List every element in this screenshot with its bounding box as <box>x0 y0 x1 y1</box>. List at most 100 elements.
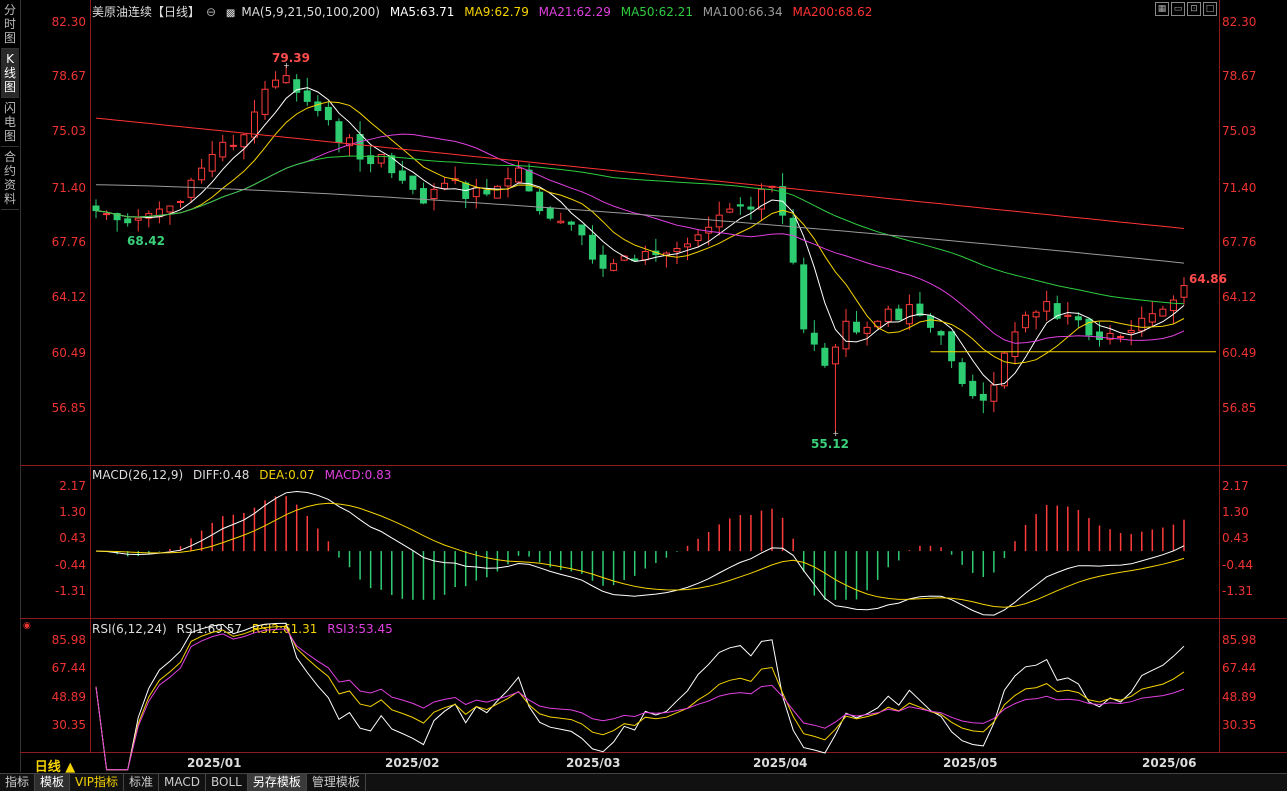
candle-body <box>1085 318 1093 336</box>
candle-body <box>1127 329 1135 334</box>
candle-body <box>895 308 903 321</box>
candle-body <box>377 153 385 164</box>
date-tick: 2025/03 <box>566 756 621 770</box>
candle-body <box>831 346 839 365</box>
date-tick: 2025/05 <box>943 756 998 770</box>
date-tick: 2025/02 <box>385 756 440 770</box>
candle-body <box>282 75 290 84</box>
candle-body <box>303 90 311 102</box>
candle-body <box>800 264 808 330</box>
candle-body <box>610 263 618 271</box>
candle-body <box>842 320 850 350</box>
candle-body <box>356 134 364 160</box>
candle-body <box>398 170 406 181</box>
candle-body <box>990 384 998 402</box>
candle-body <box>810 332 818 345</box>
candle-body <box>92 205 100 212</box>
tab-indicator[interactable]: 指标 <box>0 774 36 791</box>
candle-body <box>1138 317 1146 332</box>
candle-body <box>705 226 713 234</box>
candle-body <box>166 205 174 213</box>
candle-body <box>588 234 596 260</box>
candle-body <box>1043 301 1051 312</box>
rsi3-line <box>95 628 1185 771</box>
candle-body <box>905 304 913 325</box>
candle-body <box>747 206 755 210</box>
candle-body <box>493 185 501 199</box>
candle-body <box>926 315 934 328</box>
rsi1-line <box>95 622 1185 771</box>
candle-body <box>335 121 343 143</box>
manage-template-button[interactable]: 管理模板 <box>307 774 366 791</box>
candle-body <box>578 224 586 236</box>
candle-body <box>388 155 396 174</box>
candle-body <box>1180 285 1188 298</box>
tab-standard[interactable]: 标准 <box>124 774 160 791</box>
candle-body <box>208 153 216 172</box>
tab-template[interactable]: 模板 <box>35 774 71 791</box>
ma21-line <box>95 133 1185 344</box>
candle-body <box>1074 316 1082 321</box>
candle-body <box>441 182 449 190</box>
save-template-button[interactable]: 另存模板 <box>247 774 307 791</box>
high-marker: + <box>283 61 290 70</box>
candle-body <box>367 155 375 165</box>
ma9-line <box>95 101 1185 365</box>
chart-canvas[interactable]: ++ <box>0 0 1287 790</box>
candle-body <box>673 248 681 253</box>
candle-body <box>567 221 575 225</box>
candle-body <box>1117 335 1125 338</box>
candle-body <box>229 144 237 147</box>
candle-body <box>261 88 269 115</box>
candle-body <box>546 207 554 219</box>
ma100-line <box>95 184 1185 264</box>
date-tick: 2025/01 <box>187 756 242 770</box>
ma50-line <box>95 155 1185 305</box>
candle-body <box>684 243 692 248</box>
candle-body <box>726 208 734 213</box>
tab-macd[interactable]: MACD <box>159 774 207 791</box>
candle-body <box>240 134 248 148</box>
candle-body <box>219 141 227 158</box>
candle-body <box>958 362 966 384</box>
candle-body <box>1032 311 1040 318</box>
candle-body <box>103 213 111 216</box>
tab-vip-indicator[interactable]: VIP指标 <box>70 774 125 791</box>
candle-body <box>1095 331 1103 341</box>
candle-body <box>979 393 987 401</box>
candle-body <box>736 204 744 207</box>
rsi2-line <box>95 625 1185 771</box>
candle-body <box>948 331 956 362</box>
macd-diff-line <box>95 490 1185 616</box>
candle-body <box>863 326 871 334</box>
ma200-line <box>95 117 1185 229</box>
candle-body <box>430 188 438 200</box>
date-tick: 2025/06 <box>1142 756 1197 770</box>
candle-body <box>694 234 702 241</box>
candle-body <box>272 79 280 88</box>
candle-body <box>324 106 332 121</box>
candle-body <box>937 331 945 336</box>
tab-boll[interactable]: BOLL <box>206 774 248 791</box>
bottom-tab-bar: 指标 模板 VIP指标 标准 MACD BOLL 另存模板 管理模板 <box>0 773 1287 791</box>
candle-body <box>187 179 195 198</box>
candle-body <box>504 178 512 187</box>
candle-body <box>1011 331 1019 357</box>
candle-body <box>1159 308 1167 317</box>
candle-body <box>250 111 258 138</box>
candle-body <box>198 167 206 181</box>
candle-body <box>969 380 977 397</box>
low-marker: + <box>832 429 839 438</box>
macd-dea-line <box>95 502 1185 608</box>
candle-body <box>124 218 132 224</box>
candle-body <box>1064 314 1072 317</box>
candle-body <box>884 308 892 322</box>
date-tick: 2025/04 <box>753 756 808 770</box>
candle-body <box>314 101 322 111</box>
candle-body <box>789 217 797 263</box>
candle-body <box>515 167 523 183</box>
candle-body <box>525 169 533 192</box>
candle-body <box>599 254 607 269</box>
candle-body <box>472 187 480 198</box>
candle-body <box>1169 299 1177 312</box>
